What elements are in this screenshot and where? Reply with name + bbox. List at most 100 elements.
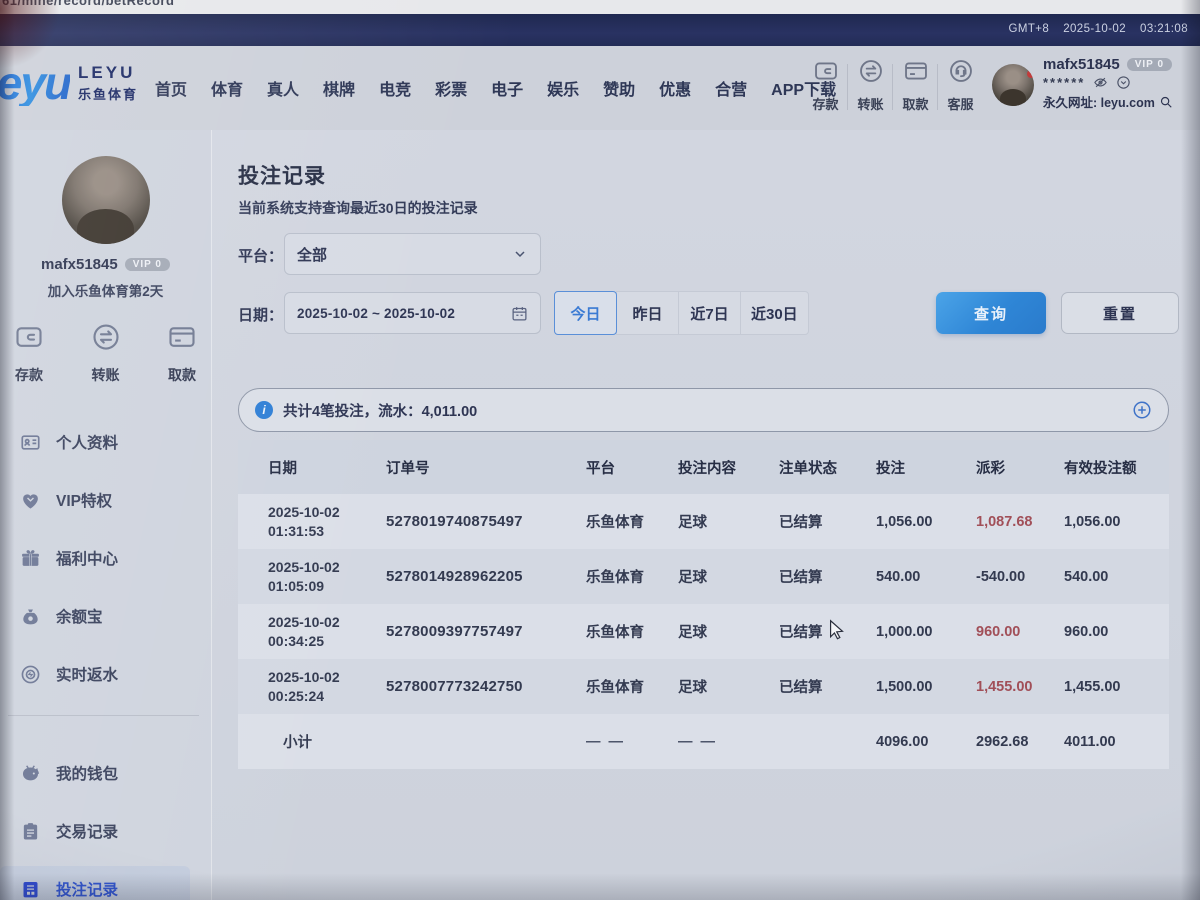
- nav-item[interactable]: 棋牌: [323, 76, 355, 100]
- sidebar-item-交易记录[interactable]: 交易记录: [0, 802, 211, 860]
- search-icon[interactable]: [1159, 95, 1173, 109]
- logo-script: leyu: [0, 60, 70, 106]
- logo-subtitle: 乐鱼体育: [78, 84, 138, 103]
- browser-strip: 61/mine/record/betRecord: [0, 0, 1200, 14]
- profile-avatar[interactable]: [62, 156, 150, 244]
- chevron-circle-icon[interactable]: [1116, 75, 1131, 90]
- column-header: 有效投注额: [1064, 440, 1169, 494]
- logo[interactable]: leyu LEYU 乐鱼体育: [0, 60, 138, 106]
- avatar[interactable]: [992, 64, 1034, 106]
- sidebar-action-存款[interactable]: 存款: [14, 322, 44, 385]
- eye-off-icon[interactable]: [1093, 75, 1108, 90]
- sidebar-menu-group1: 个人资料VIP特权福利中心余额宝实时返水: [0, 413, 211, 703]
- header-action-客服[interactable]: 客服: [938, 58, 983, 113]
- nav-item[interactable]: 真人: [267, 76, 299, 100]
- user-block[interactable]: mafx51845 VIP 0 ****** 永久网址: leyu.com: [992, 56, 1173, 111]
- transfer-icon: [858, 58, 884, 89]
- vip-icon: [20, 490, 41, 511]
- status-date: 2025-10-02: [1063, 23, 1126, 35]
- column-header: 投注: [876, 440, 976, 494]
- bet-record-row: 2025-10-0201:31:535278019740875497乐鱼体育足球…: [238, 494, 1169, 549]
- bet-record-row: 2025-10-0200:25:245278007773242750乐鱼体育足球…: [238, 659, 1169, 714]
- column-header: 派彩: [976, 440, 1064, 494]
- sidebar-action-转账[interactable]: 转账: [91, 322, 121, 385]
- status-band: GMT+82025-10-0203:21:08: [0, 14, 1200, 46]
- summary-text: 共计4笔投注，流水：4,011.00: [283, 400, 477, 421]
- deposit-icon: [813, 58, 839, 89]
- rebate-icon: [20, 664, 41, 685]
- nav-item[interactable]: 彩票: [435, 76, 467, 100]
- quick-range-group: 今日昨日近7日近30日: [554, 291, 809, 335]
- column-header: 注单状态: [779, 440, 876, 494]
- nav-item[interactable]: 首页: [155, 76, 187, 100]
- bet-records-icon: [20, 879, 41, 900]
- bet-records-table: 日期订单号平台投注内容注单状态投注派彩有效投注额 2025-10-0201:31…: [238, 440, 1169, 769]
- profile-icon: [20, 432, 41, 453]
- platform-select[interactable]: 全部: [284, 233, 541, 275]
- reset-button[interactable]: 重置: [1061, 292, 1179, 334]
- sidebar-action-取款[interactable]: 取款: [167, 322, 197, 385]
- bet-record-row: 2025-10-0200:34:255278009397757497乐鱼体育足球…: [238, 604, 1169, 659]
- column-header: 订单号: [386, 440, 586, 494]
- sidebar-menu-group2: 我的钱包交易记录投注记录: [0, 744, 211, 900]
- transactions-icon: [20, 821, 41, 842]
- withdraw-icon: [167, 322, 197, 357]
- summary-bar: i 共计4笔投注，流水：4,011.00: [238, 388, 1169, 432]
- masked-balance: ******: [1043, 75, 1085, 90]
- nav-item[interactable]: 娱乐: [547, 76, 579, 100]
- nav-item[interactable]: 优惠: [659, 76, 691, 100]
- header-quick-actions: 存款转账取款客服: [803, 58, 983, 113]
- sidebar-quick-actions: 存款转账取款: [0, 322, 211, 385]
- nav-item[interactable]: 电竞: [379, 76, 411, 100]
- subtotal-row: 小计— —— —4096.002962.684011.00: [238, 714, 1169, 769]
- page-title: 投注记录: [238, 160, 326, 190]
- header-action-转账[interactable]: 转账: [848, 58, 893, 113]
- logo-name: LEYU: [78, 63, 138, 83]
- sidebar-username: mafx51845: [41, 256, 118, 273]
- range-button-昨日[interactable]: 昨日: [616, 291, 679, 335]
- sidebar-item-个人资料[interactable]: 个人资料: [0, 413, 211, 471]
- expand-plus-icon[interactable]: [1132, 400, 1152, 420]
- range-button-今日[interactable]: 今日: [554, 291, 617, 335]
- column-header: 日期: [238, 440, 386, 494]
- bet-record-row: 2025-10-0201:05:095278014928962205乐鱼体育足球…: [238, 549, 1169, 604]
- range-button-近30日[interactable]: 近30日: [740, 291, 809, 335]
- join-days-text: 加入乐鱼体育第2天: [0, 280, 211, 300]
- main-nav: 首页体育真人棋牌电竞彩票电子娱乐赞助优惠合营APP下载: [155, 46, 836, 130]
- header-action-取款[interactable]: 取款: [893, 58, 938, 113]
- info-icon: i: [255, 401, 273, 419]
- range-button-近7日[interactable]: 近7日: [678, 291, 741, 335]
- nav-item[interactable]: 合营: [715, 76, 747, 100]
- sidebar-item-余额宝[interactable]: 余额宝: [0, 587, 211, 645]
- username: mafx51845: [1043, 56, 1120, 73]
- table-header-row: 日期订单号平台投注内容注单状态投注派彩有效投注额: [238, 440, 1169, 494]
- service-icon: [948, 58, 974, 89]
- sidebar-divider: [8, 715, 199, 716]
- platform-value: 全部: [297, 244, 327, 265]
- header-action-存款[interactable]: 存款: [803, 58, 848, 113]
- status-time: 03:21:08: [1140, 23, 1188, 35]
- nav-item[interactable]: 赞助: [603, 76, 635, 100]
- browser-url: 61/mine/record/betRecord: [2, 0, 174, 8]
- wallet-icon: [20, 763, 41, 784]
- sidebar-item-投注记录[interactable]: 投注记录: [0, 860, 211, 900]
- sidebar-item-VIP特权[interactable]: VIP特权: [0, 471, 211, 529]
- header: leyu LEYU 乐鱼体育 首页体育真人棋牌电竞彩票电子娱乐赞助优惠合营APP…: [0, 46, 1200, 130]
- sidebar-item-实时返水[interactable]: 实时返水: [0, 645, 211, 703]
- date-range-input[interactable]: 2025-10-02 ~ 2025-10-02: [284, 292, 541, 334]
- nav-item[interactable]: 体育: [211, 76, 243, 100]
- sidebar: mafx51845 VIP 0 加入乐鱼体育第2天 存款转账取款 个人资料VIP…: [0, 130, 211, 900]
- sidebar-item-福利中心[interactable]: 福利中心: [0, 529, 211, 587]
- search-button[interactable]: 查询: [936, 292, 1046, 334]
- yuebao-icon: [20, 606, 41, 627]
- nav-item[interactable]: 电子: [491, 76, 523, 100]
- sidebar-item-我的钱包[interactable]: 我的钱包: [0, 744, 211, 802]
- mouse-cursor: [826, 618, 848, 640]
- site-url-label: 永久网址: leyu.com: [1043, 92, 1155, 111]
- screen: 61/mine/record/betRecord GMT+82025-10-02…: [0, 0, 1200, 900]
- notification-dot: [1027, 70, 1034, 78]
- welfare-icon: [20, 548, 41, 569]
- page-subtitle: 当前系统支持查询最近30日的投注记录: [238, 198, 478, 218]
- date-range-value: 2025-10-02 ~ 2025-10-02: [297, 306, 455, 321]
- clock: GMT+82025-10-0203:21:08: [995, 23, 1188, 35]
